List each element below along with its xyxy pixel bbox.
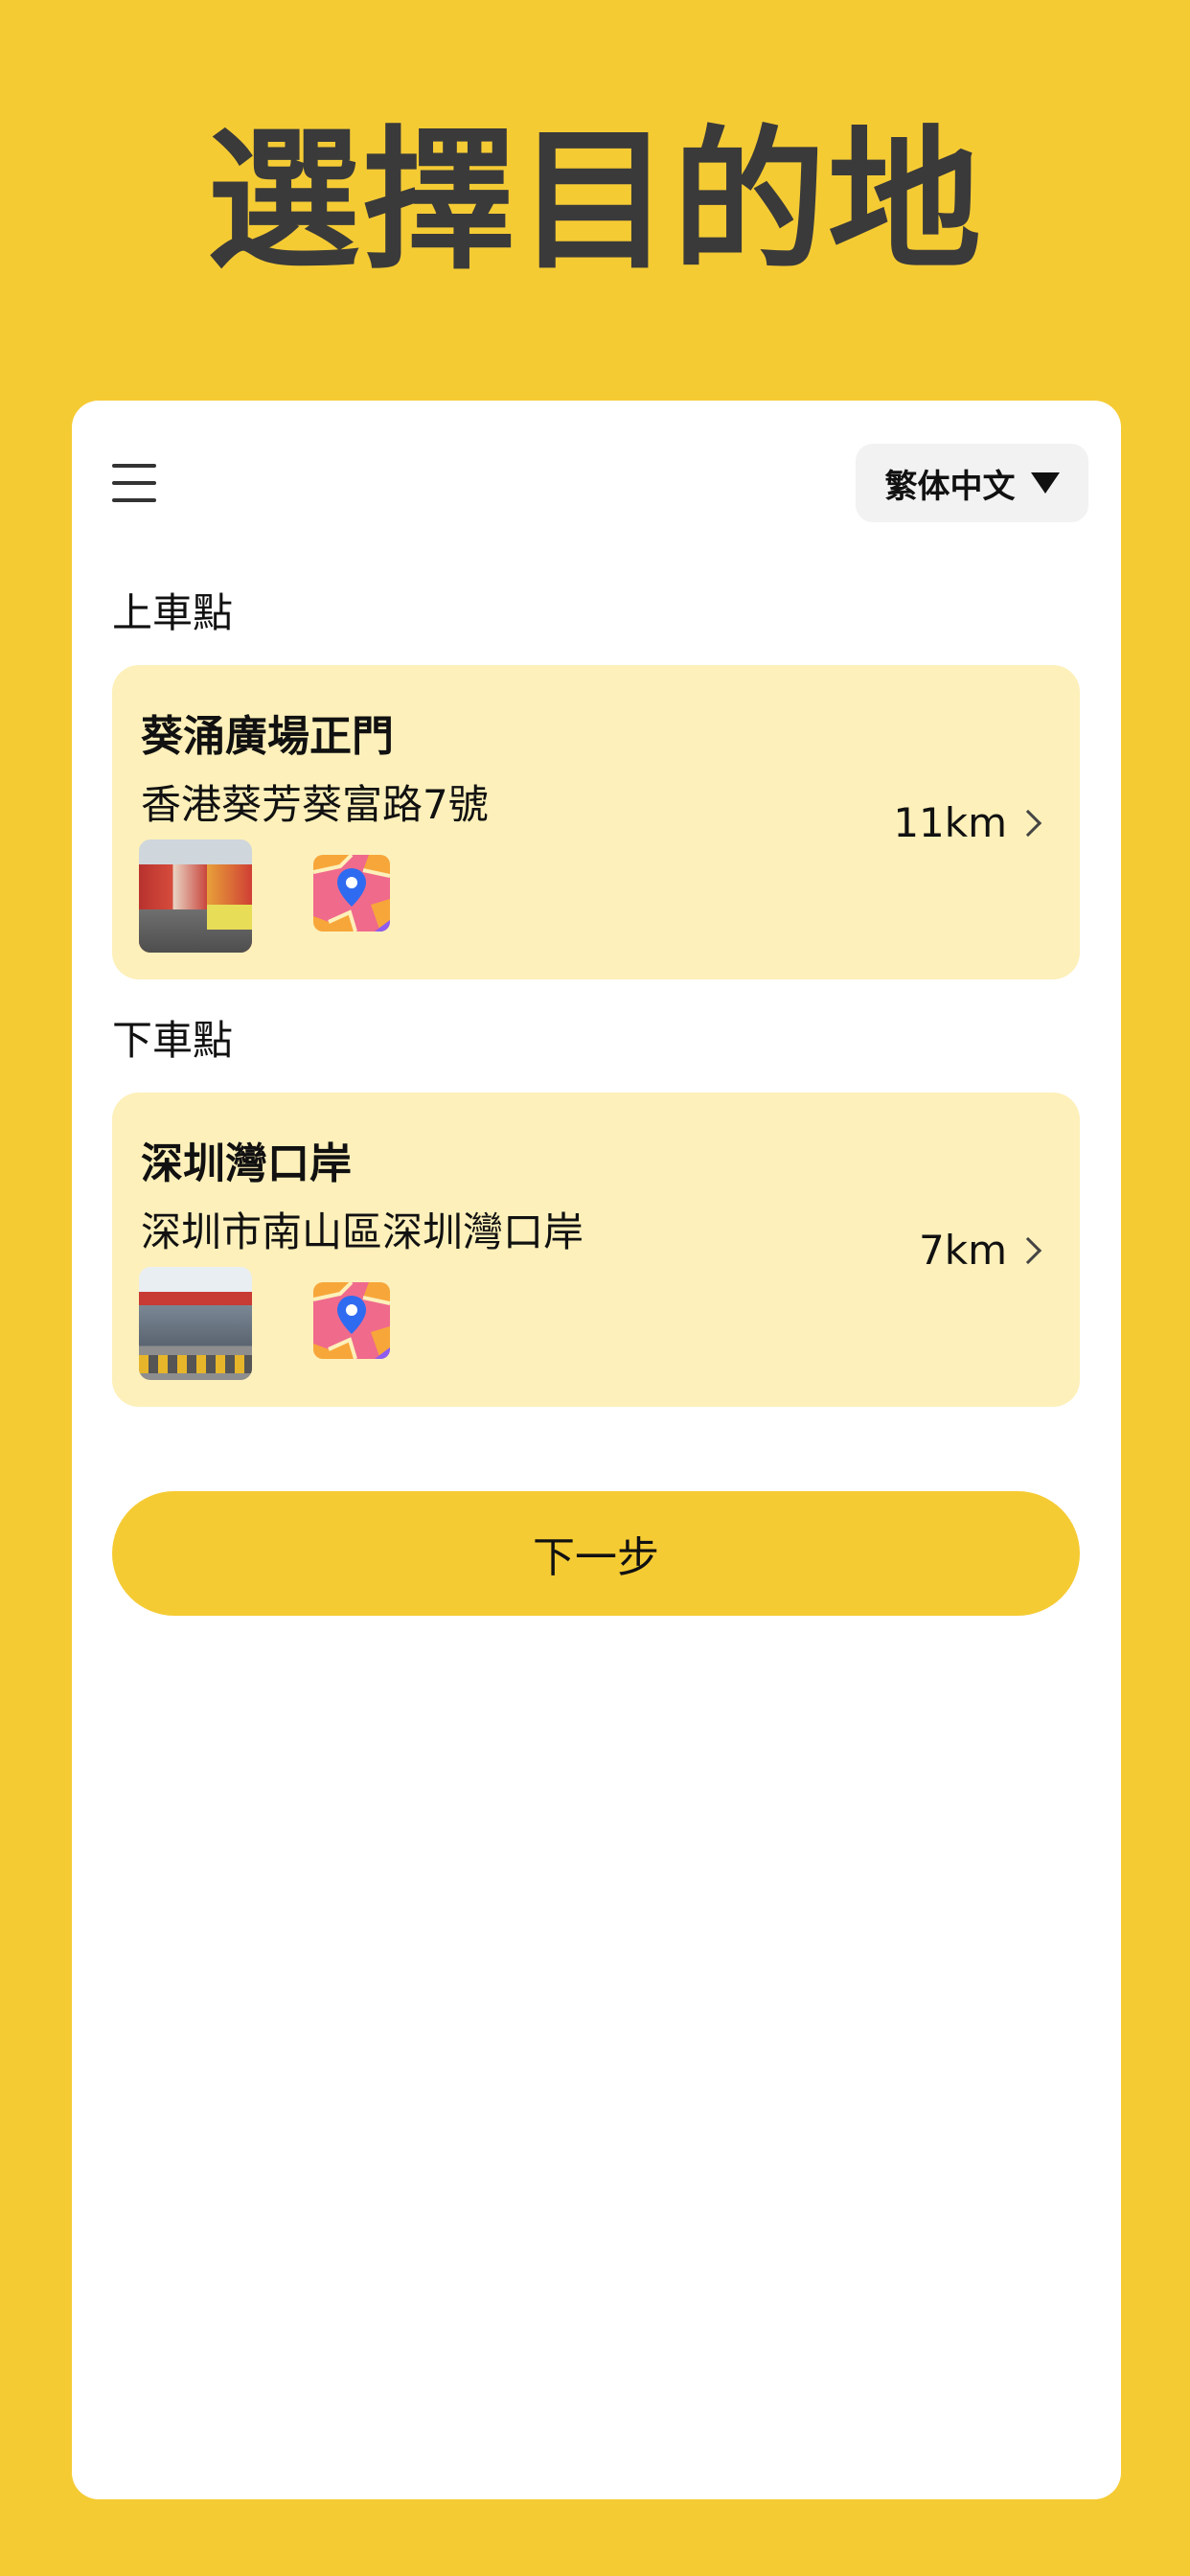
page-title: 選擇目的地 [206,111,983,290]
dropoff-section-label: 下車點 [112,1017,234,1064]
pickup-location-card[interactable]: 葵涌廣場正門 香港葵芳葵富路7號 11km [112,665,1080,979]
chevron-right-icon [1014,809,1042,837]
menu-icon[interactable] [112,464,156,502]
pickup-section-label: 上車點 [112,589,234,636]
main-card: 繁体中文 上車點 葵涌廣場正門 香港葵芳葵富路7號 11km 下車點 深圳灣口岸… [72,401,1121,2499]
pickup-photo[interactable] [139,840,252,953]
language-selector[interactable]: 繁体中文 [856,444,1088,522]
dropoff-name: 深圳灣口岸 [141,1139,352,1188]
dropoff-distance-value: 7km [919,1227,1007,1274]
language-label: 繁体中文 [884,467,1016,506]
dropoff-photo[interactable] [139,1267,252,1380]
pickup-distance-value: 11km [893,799,1007,846]
pickup-name: 葵涌廣場正門 [141,712,394,761]
chevron-right-icon [1014,1236,1042,1264]
next-button[interactable]: 下一步 [112,1491,1080,1616]
map-pin-icon[interactable] [313,1282,390,1359]
dropoff-address: 深圳市南山區深圳灣口岸 [141,1208,584,1255]
pickup-address: 香港葵芳葵富路7號 [141,781,489,828]
pickup-distance: 11km [893,799,1042,846]
dropoff-location-card[interactable]: 深圳灣口岸 深圳市南山區深圳灣口岸 7km [112,1092,1080,1407]
dropoff-distance: 7km [919,1227,1042,1274]
caret-down-icon [1030,472,1060,494]
map-pin-icon[interactable] [313,855,390,932]
